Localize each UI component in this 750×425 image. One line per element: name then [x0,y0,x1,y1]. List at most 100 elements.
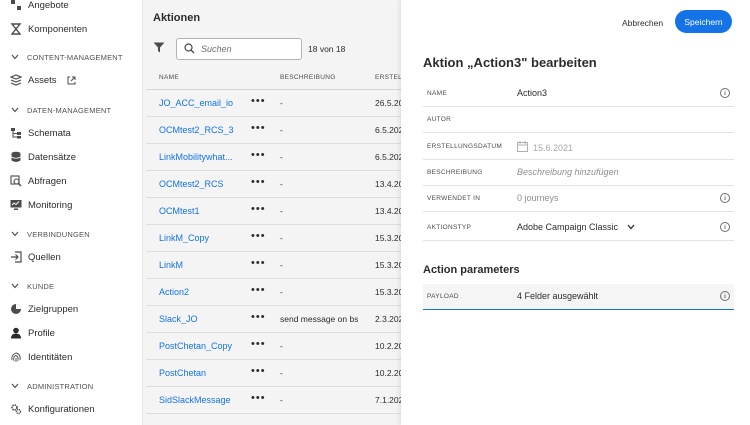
more-actions-button[interactable]: ••• [251,257,266,269]
table-row[interactable]: OCMtest1 ••• - 13.4.20 [146,198,401,225]
description-cell: - [280,260,283,270]
description-cell: - [280,395,283,405]
action-name-link[interactable]: LinkM [159,260,247,270]
info-icon[interactable]: i [720,88,730,98]
more-actions-button[interactable]: ••• [251,338,266,350]
sidebar-item-sources[interactable]: Quellen [10,248,61,266]
table-row[interactable]: LinkM_Copy ••• - 15.3.20 [146,225,401,252]
more-actions-button[interactable]: ••• [251,284,266,296]
action-name-link[interactable]: PostChetan [159,368,247,378]
action-name-link[interactable]: PostChetan_Copy [159,341,247,351]
field-created-date: ERSTELLUNGSDATUM 15.6.2021 [423,134,734,160]
description-cell: - [280,368,283,378]
action-name-link[interactable]: Slack_JO [159,314,247,324]
more-actions-button[interactable]: ••• [251,203,266,215]
user-icon [10,327,22,339]
created-date-cell: 13.4.20 [375,206,401,216]
more-actions-button[interactable]: ••• [251,176,266,188]
search-input[interactable] [201,44,301,54]
sidebar-item-profiles[interactable]: Profile [10,324,55,342]
more-actions-button[interactable]: ••• [251,392,266,404]
field-action-type[interactable]: AKTIONSTYP Adobe Campaign Classic i [423,215,734,241]
description-cell: - [280,287,283,297]
table-row[interactable]: OCMtest2_RCS ••• - 13.4.20 [146,171,401,198]
created-date-cell: 7.1.202 [375,395,401,405]
filter-icon[interactable] [153,42,165,55]
created-date-cell: 15.3.20 [375,260,401,270]
section-customer[interactable]: KUNDE [10,279,54,293]
more-actions-button[interactable]: ••• [251,230,266,242]
search-field[interactable] [176,38,302,60]
section-administration[interactable]: ADMINISTRATION [10,379,93,393]
action-name-link[interactable]: LinkM_Copy [159,233,247,243]
action-name-link[interactable]: SidSlackMessage [159,395,247,405]
field-description[interactable]: BESCHREIBUNG Beschreibung hinzufügen [423,160,734,186]
sidebar-item-label: Komponenten [28,23,88,35]
name-value[interactable]: Action3 [517,88,547,98]
table-row[interactable]: Action2 ••• - 15.3.20 [146,279,401,306]
table-header: NAME BESCHREIBUNG ERSTELL [146,66,406,90]
sidebar-item-label: Angebote [28,0,69,11]
sidebar-item-schemata[interactable]: Schemata [10,124,71,142]
table-row[interactable]: Slack_JO ••• send message on bs 2.3.202 [146,306,401,333]
action-name-link[interactable]: LinkMobilitywhat... [159,152,247,162]
cancel-button[interactable]: Abbrechen [614,12,671,34]
field-label: PAYLOAD [427,293,459,300]
field-name[interactable]: NAME Action3 i [423,81,734,107]
info-icon[interactable]: i [720,291,730,301]
field-author: AUTOR [423,107,734,133]
description-input[interactable]: Beschreibung hinzufügen [517,167,619,177]
sidebar-item-queries[interactable]: Abfragen [10,172,67,190]
more-actions-button[interactable]: ••• [251,365,266,377]
info-icon[interactable]: i [720,222,730,232]
sidebar: Angebote Komponenten CONTENT-MANAGEMENT … [0,0,143,425]
section-connections[interactable]: VERBINDUNGEN [10,227,90,241]
section-data-management[interactable]: DATEN-MANAGEMENT [10,103,111,117]
action-name-link[interactable]: OCMtest2_RCS_3 [159,125,247,135]
section-content-management[interactable]: CONTENT-MANAGEMENT [10,50,123,64]
table-row[interactable]: PostChetan_Copy ••• - 10.2.20 [146,333,401,360]
sidebar-item-datasets[interactable]: Datensätze [10,148,76,166]
field-label: ERSTELLUNGSDATUM [427,143,503,150]
action-name-link[interactable]: Action2 [159,287,247,297]
info-icon[interactable]: i [720,193,730,203]
action-name-link[interactable]: JO_ACC_email_io [159,98,247,108]
description-cell: - [280,152,283,162]
action-name-link[interactable]: OCMtest2_RCS [159,179,247,189]
created-date-cell: 6.5.202 [375,152,401,162]
created-date-value: 15.6.2021 [517,141,573,154]
table-row[interactable]: LinkMobilitywhat... ••• - 6.5.202 [146,144,401,171]
sidebar-item-monitoring[interactable]: Monitoring [10,196,72,214]
sidebar-item-configurations[interactable]: Konfigurationen [10,400,95,418]
more-actions-button[interactable]: ••• [251,122,266,134]
description-cell: - [280,125,283,135]
table-row[interactable]: PostChetan ••• - 10.2.20 [146,360,401,387]
more-actions-button[interactable]: ••• [251,311,266,323]
external-link-icon [67,76,76,85]
column-header-description[interactable]: BESCHREIBUNG [280,74,336,81]
action-type-select[interactable]: Adobe Campaign Classic [517,222,635,232]
sidebar-item-identities[interactable]: Identitäten [10,348,72,366]
action-name-link[interactable]: OCMtest1 [159,206,247,216]
table-row[interactable]: SidSlackMessage ••• - 7.1.202 [146,387,401,414]
sidebar-item-assets[interactable]: Assets [10,71,76,89]
table-row[interactable]: LinkM ••• - 15.3.20 [146,252,401,279]
chevron-down-icon [10,230,19,239]
sidebar-item-components[interactable]: Komponenten [10,20,87,38]
table-row[interactable]: JO_ACC_email_io ••• - 26.5.20 [146,90,401,117]
description-cell: - [280,179,283,189]
table-row[interactable]: OCMtest2_RCS_3 ••• - 6.5.202 [146,117,401,144]
column-header-name[interactable]: NAME [159,74,179,81]
panel-title: Aktion „Action3" bearbeiten [423,55,597,70]
created-date-cell: 15.3.20 [375,287,401,297]
payload-value[interactable]: 4 Felder ausgewählt [517,291,598,301]
search-icon [184,42,195,56]
query-icon [10,175,22,187]
field-payload[interactable]: PAYLOAD 4 Felder ausgewählt i [423,284,734,310]
section-title-action-parameters: Action parameters [423,264,520,276]
save-button[interactable]: Speichern [675,10,732,33]
more-actions-button[interactable]: ••• [251,149,266,161]
sidebar-item-offers[interactable]: Angebote [10,0,69,14]
sidebar-item-segments[interactable]: Zielgruppen [10,300,78,318]
more-actions-button[interactable]: ••• [251,95,266,107]
